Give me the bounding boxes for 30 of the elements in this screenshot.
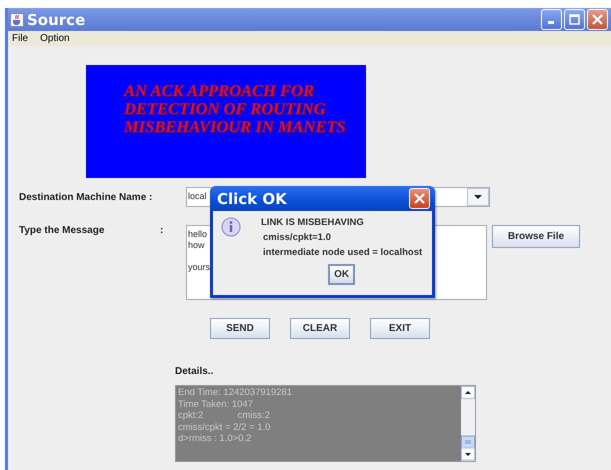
field-label: Type the Message: [19, 225, 106, 236]
close-button[interactable]: [587, 9, 608, 30]
banner-title: DETECTION OF ROUTING: [124, 100, 326, 118]
menu-item[interactable]: File: [12, 33, 28, 44]
field-label: Destination Machine Name :: [19, 192, 154, 202]
details-label: Details..: [175, 366, 214, 377]
dialog-message: cmiss/cpkt=1.0: [262, 232, 332, 243]
details-text: End Time: 1242037919281 Time Taken: 1047 cpkt:2 cmiss:2 cmiss/cpkt = 2/2 = 1.0 d>rmiss : 1.0>0.2: [177, 386, 294, 446]
window-title: Source: [27, 10, 86, 28]
dialog-message: LINK IS MISBEHAVING: [261, 217, 365, 228]
action-button[interactable]: SEND: [210, 318, 270, 339]
dialog-title: Click OK: [217, 190, 288, 208]
action-button[interactable]: EXIT: [370, 318, 430, 339]
maximize-icon: [569, 14, 580, 25]
ok-button[interactable]: OK: [328, 264, 356, 285]
scrollbar[interactable]: [461, 386, 475, 461]
minimize-button[interactable]: [541, 9, 562, 30]
dialog-close-button[interactable]: [409, 188, 430, 209]
menu-item[interactable]: Option: [40, 33, 70, 44]
maximize-button[interactable]: [564, 9, 585, 30]
dialog-message: intermediate node used = localhost: [262, 247, 422, 258]
close-icon: [414, 193, 425, 204]
close-icon: [592, 14, 603, 25]
label-colon: :: [160, 225, 164, 236]
banner-title: AN ACK APPROACH FOR: [124, 82, 315, 100]
info-icon: [221, 217, 241, 237]
action-button[interactable]: CLEAR: [290, 318, 350, 339]
banner-title: MISBEHAVIOUR IN MANETS: [124, 118, 347, 136]
java-cup-icon: [10, 12, 24, 26]
browse-file-button[interactable]: Browse File: [492, 225, 580, 248]
